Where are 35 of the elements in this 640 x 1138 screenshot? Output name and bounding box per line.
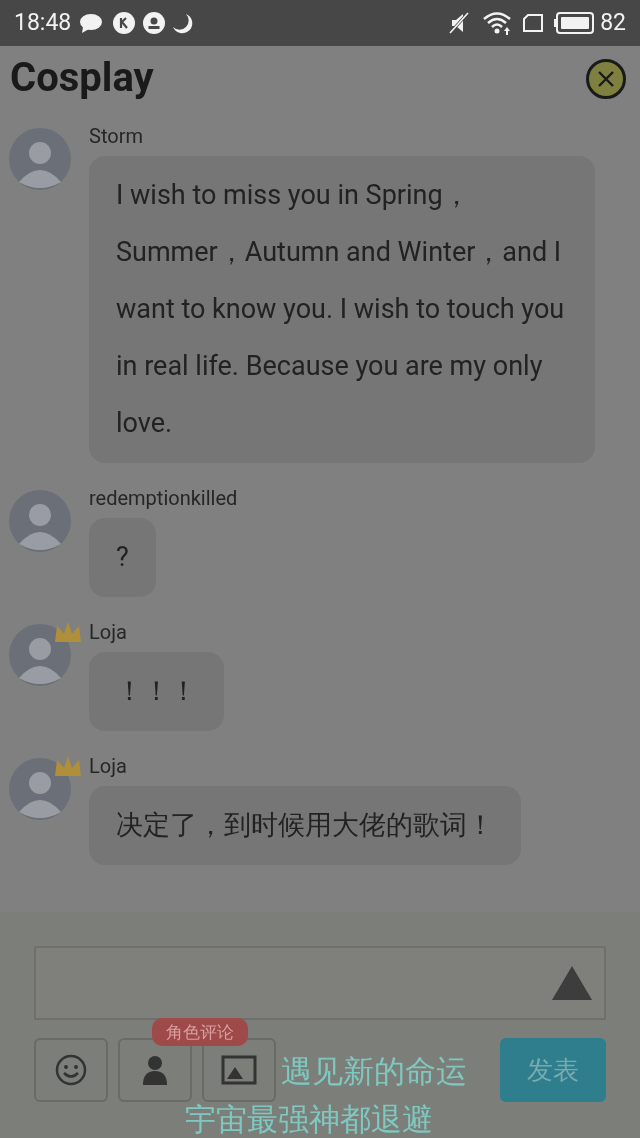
message-input[interactable] bbox=[34, 946, 606, 1020]
role-comment-badge: 角色评论 bbox=[152, 1018, 248, 1046]
sender-name: redemptionkilled bbox=[89, 486, 238, 510]
message-bubble: I wish to miss you in Spring，Summer，Autumn and Winter，and I want to know you. I wish to touch you in real life. Because you are my only love. bbox=[89, 156, 595, 463]
clock: 18:48 bbox=[14, 7, 72, 38]
close-icon bbox=[597, 70, 615, 88]
avatar-icon bbox=[9, 128, 71, 190]
image-icon bbox=[221, 1055, 257, 1085]
sender-name: Loja bbox=[89, 754, 127, 778]
chat-bubble-icon bbox=[79, 13, 104, 33]
wifi-icon bbox=[482, 11, 513, 35]
avatar-icon bbox=[9, 758, 71, 820]
lyrics-text: 宇宙最强神都退避 bbox=[185, 1102, 433, 1138]
app-badge-icon bbox=[113, 12, 136, 34]
avatar-icon bbox=[9, 490, 71, 552]
message-bubble: ！！！ bbox=[89, 652, 224, 731]
smiley-icon bbox=[55, 1054, 87, 1086]
person-icon bbox=[142, 1055, 168, 1085]
message-bubble: 决定了，到时候用大佬的歌词！ bbox=[89, 786, 521, 865]
sim-card-icon bbox=[522, 13, 545, 33]
send-button[interactable]: 发表 bbox=[500, 1038, 606, 1102]
moon-icon bbox=[171, 12, 194, 34]
mute-icon bbox=[448, 11, 471, 35]
lyrics-text: 遇见新的命运 bbox=[281, 1054, 467, 1090]
message-bubble: ? bbox=[89, 518, 156, 597]
battery-level: 82 bbox=[600, 7, 626, 38]
sender-name: Storm bbox=[89, 124, 143, 148]
close-button[interactable] bbox=[586, 59, 626, 99]
triangle-icon bbox=[552, 966, 592, 1000]
sender-name: Loja bbox=[89, 620, 127, 644]
user-icon bbox=[143, 12, 166, 34]
battery-icon bbox=[554, 12, 595, 34]
emoji-button[interactable] bbox=[34, 1038, 108, 1102]
avatar-icon bbox=[9, 624, 71, 686]
page-title: Cosplay bbox=[10, 53, 154, 103]
